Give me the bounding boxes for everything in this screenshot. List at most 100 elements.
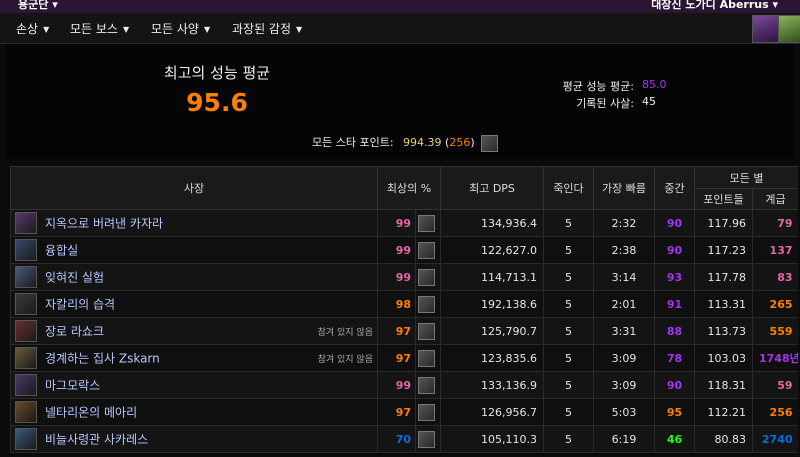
best-perf-title: 최고의 성능 평균 <box>163 64 271 82</box>
col-header-points[interactable]: 포인트들 <box>694 188 753 210</box>
best-pct: 97 <box>377 317 416 345</box>
col-header-allstars: 모든 별 <box>693 166 798 189</box>
spec-cell <box>415 371 441 399</box>
col-header-fastest[interactable]: 가장 빠름 <box>593 166 655 210</box>
spec-cell <box>415 209 441 237</box>
boss-name[interactable]: 장로 라쇼크 <box>45 325 104 339</box>
boss-cell: 장로 라쇼크 참겨 있지 않음 <box>10 317 378 345</box>
caret-down-icon: ▼ <box>296 25 303 34</box>
kills: 5 <box>543 425 594 453</box>
best-dps[interactable]: 125,790.7 <box>440 317 544 345</box>
boss-name[interactable]: 지옥으로 버려낸 카자라 <box>45 217 163 231</box>
boss-portrait-icon <box>15 320 37 342</box>
table-row[interactable]: 지옥으로 버려낸 카자라 99 134,936.4 5 2:32 90 117.… <box>10 209 798 237</box>
spec-cell <box>415 317 441 345</box>
spec-portrait-icon <box>481 134 499 152</box>
difficulty-dropdown[interactable]: 과장된 감정 ▼ <box>232 20 302 37</box>
allstar-points: 103.03 <box>694 344 753 372</box>
spec-cell <box>415 398 441 426</box>
boss-cell: 융합실 <box>10 236 378 264</box>
boss-name[interactable]: 경계하는 집사 Zskarn <box>45 352 160 366</box>
best-dps[interactable]: 134,936.4 <box>440 209 544 237</box>
best-dps[interactable]: 123,835.6 <box>440 344 544 372</box>
table-row[interactable]: 잊혀진 실험 99 114,713.1 5 3:14 93 117.78 83 <box>10 263 798 291</box>
allstar-rank-close: ) <box>470 136 475 149</box>
boss-name[interactable]: 비늘사령관 사카레스 <box>45 433 148 447</box>
spec-portrait-icon <box>418 403 435 421</box>
metric-dropdown[interactable]: 손상 ▼ <box>16 20 49 37</box>
kills-label: 기록된 사살: <box>576 97 634 110</box>
col-header-rank[interactable]: 계급 <box>751 188 798 210</box>
allstar-rank: 79 <box>751 209 798 237</box>
fastest: 2:01 <box>593 290 655 318</box>
caret-down-icon: ▼ <box>43 25 50 34</box>
allstar-rank: 559 <box>751 317 798 345</box>
table-row[interactable]: 넬타리온의 메아리 97 126,956.7 5 5:03 95 112.21 … <box>10 398 798 426</box>
best-dps[interactable]: 126,956.7 <box>440 398 544 426</box>
best-pct: 99 <box>377 209 416 237</box>
boss-portrait-icon <box>15 293 37 315</box>
allstar-rank: 265 <box>751 290 798 318</box>
kills: 5 <box>543 317 594 345</box>
table-row[interactable]: 경계하는 집사 Zskarn 참겨 있지 않음 97 123,835.6 5 3… <box>10 344 798 372</box>
allstar-points: 112.21 <box>694 398 753 426</box>
boss-name[interactable]: 융합실 <box>45 244 78 258</box>
rankings-table: 사장 최상의 % 최고 DPS 죽인다 가장 빠름 중간 모든 별 포인트들 계… <box>10 166 798 457</box>
boss-cell: 잊혀진 실험 <box>10 263 378 291</box>
allstar-rank: 2740 <box>751 425 798 453</box>
best-dps[interactable]: 114,713.1 <box>440 263 544 291</box>
boss-dropdown-label: 모든 보스 <box>70 22 118 36</box>
spec-dropdown[interactable]: 모든 사양 ▼ <box>151 20 210 37</box>
table-row[interactable]: 융합실 99 122,627.0 5 2:38 90 117.23 137 <box>10 236 798 264</box>
boss-name[interactable]: 넬타리온의 메아리 <box>45 406 137 420</box>
best-dps[interactable]: 192,138.6 <box>440 290 544 318</box>
spec-portrait-icon <box>418 430 435 448</box>
fastest: 2:32 <box>593 209 655 237</box>
raid-icon[interactable] <box>752 15 780 43</box>
performance-summary: 최고의 성능 평균 95.6 평균 성능 평균: 85.0 기록된 사살: 45… <box>6 44 794 159</box>
boss-dropdown[interactable]: 모든 보스 ▼ <box>70 20 129 37</box>
boss-cell: 넬타리온의 메아리 <box>10 398 378 426</box>
table-row[interactable]: 자칼리의 습격 98 192,138.6 5 2:01 91 113.31 26… <box>10 290 798 318</box>
spec-portrait-icon <box>418 214 435 232</box>
spec-portrait-icon <box>418 349 435 367</box>
median: 90 <box>654 209 695 237</box>
allstar-points: 80.83 <box>694 425 753 453</box>
filter-menu-bar: 손상 ▼ 모든 보스 ▼ 모든 사양 ▼ 과장된 감정 ▼ <box>0 13 800 44</box>
kills: 5 <box>543 290 594 318</box>
boss-name[interactable]: 자칼리의 습격 <box>45 298 115 312</box>
col-header-kills[interactable]: 죽인다 <box>543 166 594 210</box>
allstar-points: 모든 스타 포인트: 994.39 (256) <box>312 134 499 152</box>
spec-portrait-icon <box>418 241 435 259</box>
spec-portrait-icon <box>418 268 435 286</box>
col-header-median[interactable]: 중간 <box>654 166 695 210</box>
col-header-best-dps[interactable]: 최고 DPS <box>440 166 544 210</box>
boss-name[interactable]: 마그모락스 <box>45 379 100 393</box>
best-pct: 98 <box>377 290 416 318</box>
table-row[interactable]: 장로 라쇼크 참겨 있지 않음 97 125,790.7 5 3:31 88 1… <box>10 317 798 345</box>
best-dps[interactable]: 105,110.3 <box>440 425 544 453</box>
best-dps[interactable]: 122,627.0 <box>440 236 544 264</box>
table-row[interactable]: 마그모락스 99 133,136.9 5 3:09 90 118.31 59 <box>10 371 798 399</box>
table-row[interactable]: 비늘사령관 사카레스 70 105,110.3 5 6:19 46 80.83 … <box>10 425 798 453</box>
median: 95 <box>654 398 695 426</box>
col-header-best-pct[interactable]: 최상의 % <box>377 166 441 210</box>
allstar-points: 113.73 <box>694 317 753 345</box>
key-icon[interactable] <box>778 15 800 43</box>
boss-portrait-icon <box>15 266 37 288</box>
zone-selector[interactable]: 대장신 노가디 Aberrus ▾ <box>651 0 778 12</box>
allstar-points: 113.31 <box>694 290 753 318</box>
boss-cell: 지옥으로 버려낸 카자라 <box>10 209 378 237</box>
caret-down-icon: ▼ <box>203 25 211 34</box>
expansion-selector[interactable]: 용군단 ▾ <box>18 0 58 12</box>
fastest: 3:09 <box>593 344 655 372</box>
kills: 5 <box>543 236 594 264</box>
col-header-boss[interactable]: 사장 <box>10 166 378 210</box>
best-pct: 99 <box>377 263 416 291</box>
boss-cell: 자칼리의 습격 <box>10 290 378 318</box>
best-dps[interactable]: 133,136.9 <box>440 371 544 399</box>
spec-cell <box>415 263 441 291</box>
median: 91 <box>654 290 695 318</box>
spec-cell <box>415 290 441 318</box>
boss-name[interactable]: 잊혀진 실험 <box>45 271 104 285</box>
